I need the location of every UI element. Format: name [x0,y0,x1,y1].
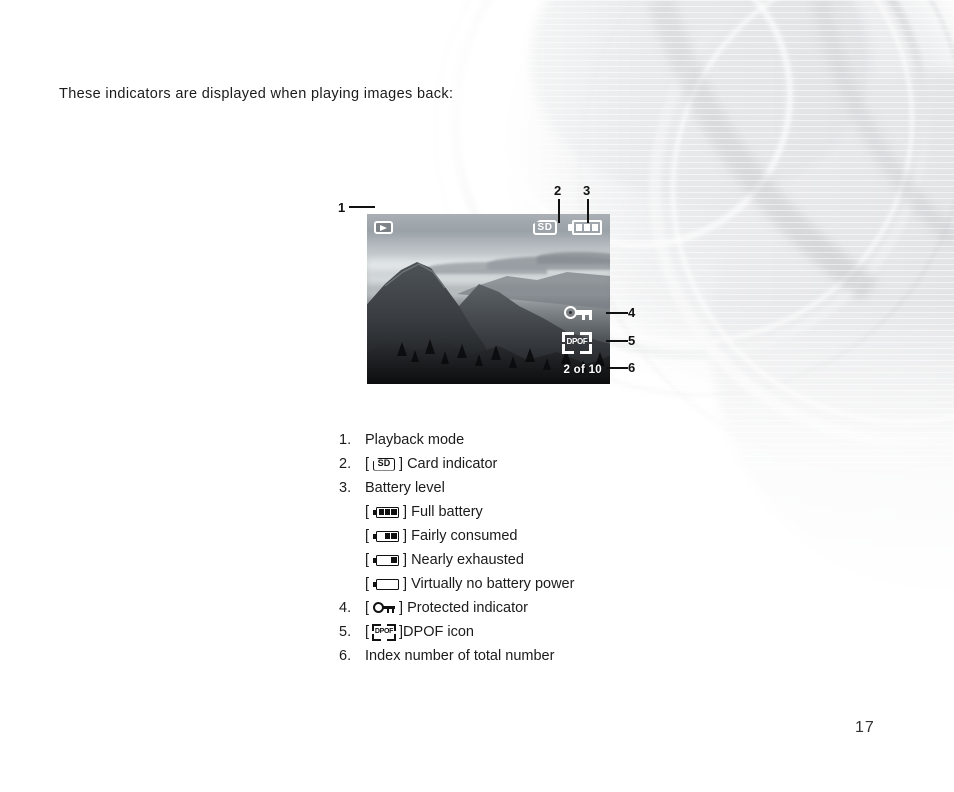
legend-item-battery-full: [ ] Full battery [339,500,739,524]
callout-number-1: 1 [338,200,346,215]
indicator-legend-list: 1. Playback mode 2. [ SD ] Card indicato… [339,428,739,668]
callout-number-3: 3 [583,183,591,198]
legend-item-4: 4. [ ] Protected indicator [339,596,739,620]
legend-item-battery-empty: [ ] Virtually no battery power [339,572,739,596]
callout-number-4: 4 [628,305,636,320]
dpof-icon: DPOF [562,332,592,354]
callout-leader-1 [349,206,375,208]
card-indicator-icon: SD [533,220,557,235]
playback-mode-icon [374,221,393,234]
callout-leader-3 [587,199,589,223]
callout-leader-5 [606,340,628,342]
legend-number: 6. [339,648,352,664]
legend-label: Battery level [365,480,445,496]
legend-bracket-open: [ [365,528,370,544]
protected-key-icon [373,602,396,614]
callout-leader-2 [558,199,560,223]
legend-number: 1. [339,432,352,448]
legend-label: ] Card indicator [399,456,498,472]
legend-label: Playback mode [365,432,465,448]
legend-bracket-open: [ [365,552,370,568]
camera-lcd-figure: 1 2 3 SD DPOF 2 of 10 4 5 6 [330,180,650,390]
legend-bracket-open: [ [365,504,370,520]
legend-label: Index number of total number [365,648,555,664]
battery-level-icon [568,220,602,235]
callout-number-5: 5 [628,333,636,348]
legend-bracket-open: [ [365,624,370,640]
battery-empty-icon [373,578,400,590]
legend-number: 4. [339,600,352,616]
callout-number-6: 6 [628,360,636,375]
sd-card-icon: SD [373,457,396,471]
legend-label: ] Nearly exhausted [403,552,524,568]
legend-label: ] Fairly consumed [403,528,518,544]
legend-item-2: 2. [ SD ] Card indicator [339,452,739,476]
page-number: 17 [855,719,875,736]
legend-item-battery-fairly-consumed: [ ] Fairly consumed [339,524,739,548]
dpof-label: DPOF [374,628,394,635]
battery-two-thirds-icon [373,530,400,542]
battery-low-icon [373,554,400,566]
intro-paragraph: These indicators are displayed when play… [59,86,454,102]
legend-bracket-open: [ [365,576,370,592]
legend-number: 2. [339,456,352,472]
legend-bracket-open: [ [365,600,370,616]
protected-indicator-icon [564,306,592,320]
callout-number-2: 2 [554,183,562,198]
dpof-icon: DPOF [372,623,397,641]
page-content: These indicators are displayed when play… [0,0,954,792]
legend-label: ] Protected indicator [399,600,528,616]
legend-number: 3. [339,480,352,496]
legend-label: ] Virtually no battery power [403,576,575,592]
legend-item-1: 1. Playback mode [339,428,739,452]
legend-label: ] Full battery [403,504,483,520]
camera-lcd-screen: SD DPOF 2 of 10 [367,214,610,384]
battery-full-icon [373,506,400,518]
legend-item-3: 3. Battery level [339,476,739,500]
play-triangle-icon [380,224,387,231]
legend-bracket-open: [ [365,456,370,472]
dpof-label: DPOF [566,337,588,346]
legend-number: 5. [339,624,352,640]
mountain-silhouette [367,262,610,384]
legend-item-5: 5. [ DPOF ]DPOF icon [339,620,739,644]
index-counter: 2 of 10 [563,364,602,376]
legend-label: ]DPOF icon [399,624,474,640]
legend-item-battery-nearly-exhausted: [ ] Nearly exhausted [339,548,739,572]
legend-item-6: 6. Index number of total number [339,644,739,668]
callout-leader-4 [606,312,628,314]
callout-leader-6 [606,367,628,369]
